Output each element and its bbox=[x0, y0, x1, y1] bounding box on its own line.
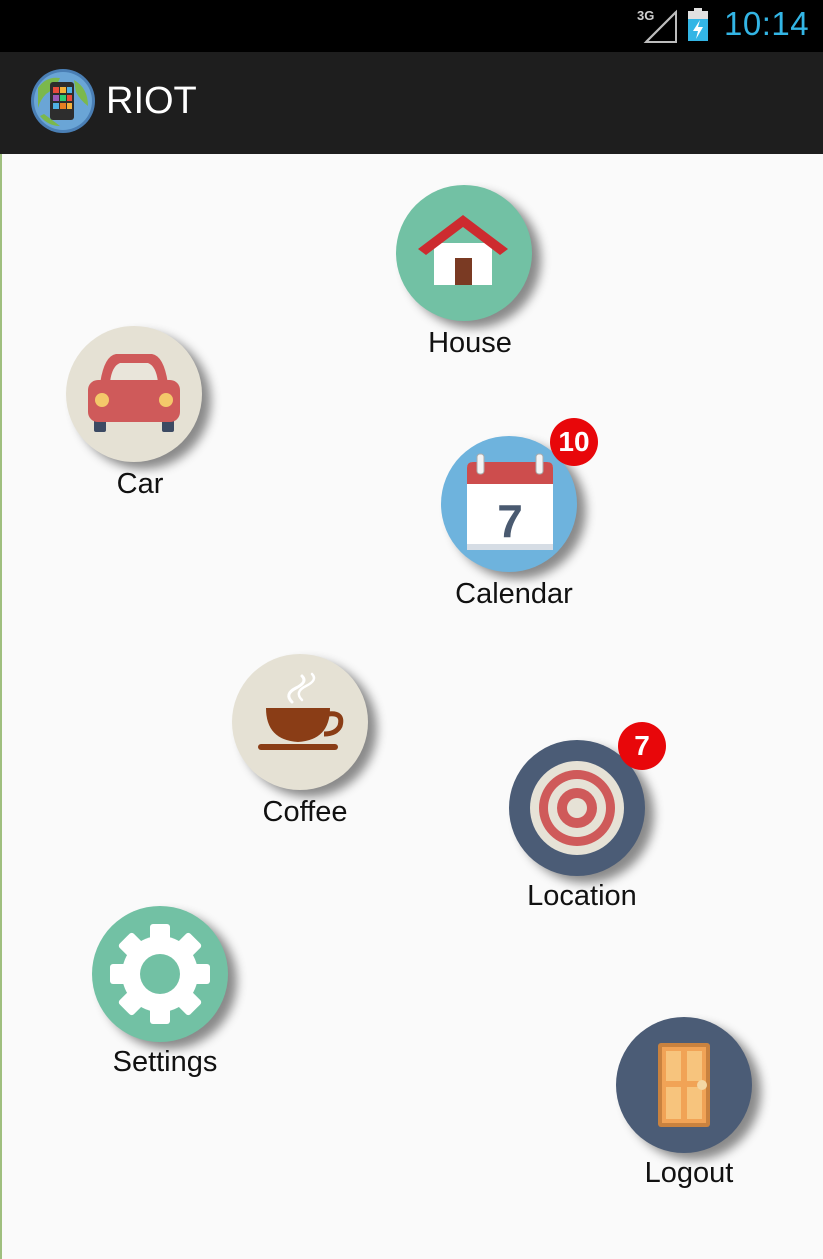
tile-label: Coffee bbox=[262, 796, 348, 828]
svg-text:7: 7 bbox=[497, 495, 523, 547]
coffee-cup-icon[interactable] bbox=[232, 654, 368, 790]
notification-badge: 7 bbox=[618, 722, 666, 770]
door-icon[interactable] bbox=[616, 1017, 752, 1153]
action-bar: RIOT bbox=[0, 52, 823, 154]
tile-label: Logout bbox=[644, 1157, 734, 1189]
tile-label: Location bbox=[527, 880, 637, 912]
globe-phone-icon[interactable] bbox=[30, 68, 96, 134]
tile-label: House bbox=[428, 327, 512, 359]
status-time: 10:14 bbox=[724, 5, 810, 42]
notification-badge: 10 bbox=[550, 418, 598, 466]
tile-label: Calendar bbox=[455, 578, 573, 610]
battery-charging-icon bbox=[686, 8, 710, 42]
status-bar: 3G 10:14 bbox=[0, 0, 823, 52]
tile-label: Car bbox=[116, 468, 164, 500]
network-signal-icon: 3G bbox=[634, 8, 678, 44]
app-title: RIOT bbox=[106, 80, 197, 122]
gear-icon[interactable] bbox=[92, 906, 228, 1042]
car-icon[interactable] bbox=[66, 326, 202, 462]
house-icon[interactable] bbox=[396, 185, 532, 321]
network-type: 3G bbox=[637, 8, 655, 23]
tile-label: Settings bbox=[112, 1046, 218, 1078]
